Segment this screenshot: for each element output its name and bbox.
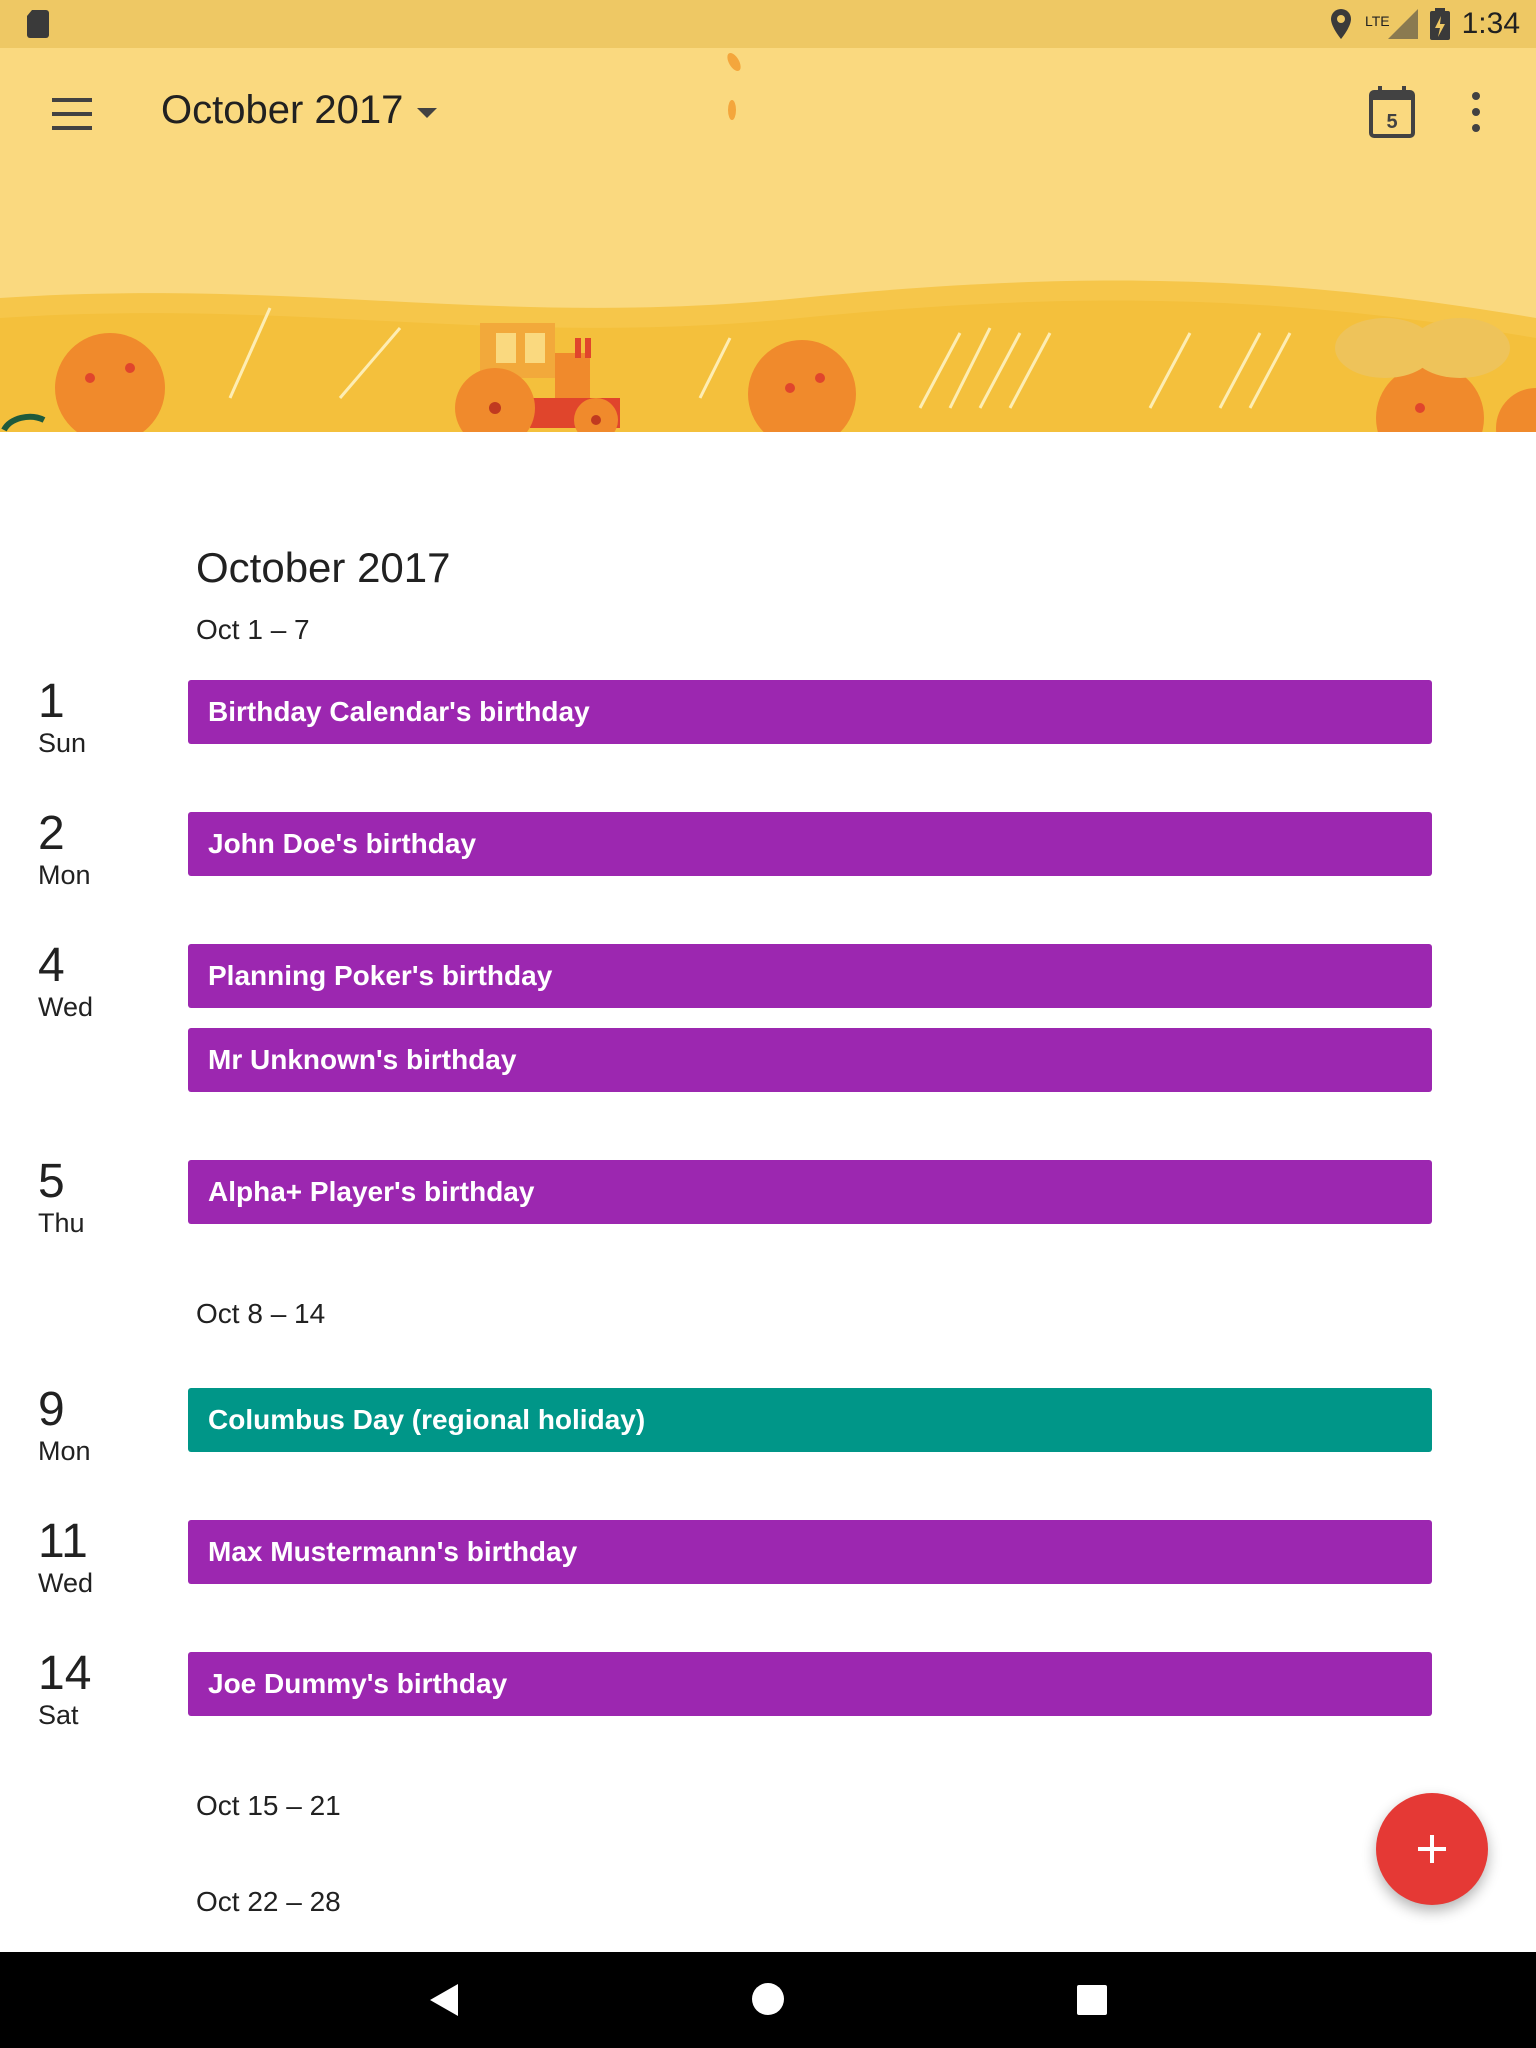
day-name: Thu	[38, 1208, 85, 1238]
nav-home-icon[interactable]	[751, 1982, 785, 2016]
day-header: 2 Mon	[38, 807, 91, 891]
event-title: Alpha+ Player's birthday	[208, 1176, 535, 1207]
event-title: Birthday Calendar's birthday	[208, 696, 590, 727]
week-label: Oct 15 – 21	[196, 1790, 341, 1821]
event-title: Max Mustermann's birthday	[208, 1536, 578, 1567]
day-number: 14	[38, 1647, 92, 1700]
event-chip[interactable]: Mr Unknown's birthday	[188, 1028, 1432, 1092]
day-name: Wed	[38, 992, 94, 1022]
day-header: 11 Wed	[38, 1515, 94, 1599]
battery-charging-icon	[1429, 8, 1450, 40]
day-number: 9	[38, 1383, 65, 1436]
today-badge: 5	[1386, 111, 1397, 133]
event-title: Mr Unknown's birthday	[208, 1044, 517, 1075]
nav-recents-icon[interactable]	[1076, 1984, 1108, 2016]
month-title-label: October 2017	[161, 88, 404, 132]
create-event-button[interactable]	[1376, 1793, 1488, 1905]
toolbar: October 2017 5	[0, 48, 1536, 178]
location-icon	[1330, 9, 1351, 39]
plus-icon	[1418, 1835, 1446, 1863]
sd-card-icon	[27, 10, 49, 38]
clock: 1:34	[1461, 7, 1520, 40]
caret-down-icon	[417, 107, 438, 118]
event-chip[interactable]: Joe Dummy's birthday	[188, 1652, 1432, 1716]
day-name: Mon	[38, 1436, 91, 1466]
status-bar: LTE 1:34	[0, 0, 1536, 48]
event-chip[interactable]: Columbus Day (regional holiday)	[188, 1388, 1432, 1452]
week-label: Oct 22 – 28	[196, 1886, 341, 1917]
hamburger-menu-icon[interactable]	[44, 92, 100, 136]
day-number: 1	[38, 675, 65, 728]
calendar-today-icon[interactable]: 5	[1368, 86, 1416, 138]
month-selector[interactable]: October 2017	[161, 88, 438, 133]
network-label: LTE	[1364, 13, 1390, 29]
day-number: 4	[38, 939, 65, 992]
event-title: Planning Poker's birthday	[208, 960, 553, 991]
event-title: Joe Dummy's birthday	[208, 1668, 508, 1699]
day-name: Sun	[38, 728, 87, 758]
day-header: 14 Sat	[38, 1647, 92, 1731]
nav-back-icon[interactable]	[428, 1982, 460, 2018]
event-chip[interactable]: John Doe's birthday	[188, 812, 1432, 876]
event-title: John Doe's birthday	[208, 828, 477, 859]
event-chip[interactable]: Alpha+ Player's birthday	[188, 1160, 1432, 1224]
event-chip[interactable]: Birthday Calendar's birthday	[188, 680, 1432, 744]
day-name: Wed	[38, 1568, 94, 1598]
day-name: Mon	[38, 860, 91, 890]
day-header: 1 Sun	[38, 675, 87, 759]
more-vert-icon[interactable]	[1464, 88, 1488, 138]
day-header: 4 Wed	[38, 939, 94, 1023]
system-nav-bar	[0, 1952, 1536, 2048]
week-label: Oct 1 – 7	[196, 614, 310, 645]
day-number: 11	[38, 1515, 88, 1568]
week-label: Oct 8 – 14	[196, 1298, 326, 1329]
day-number: 2	[38, 807, 65, 860]
event-chip[interactable]: Max Mustermann's birthday	[188, 1520, 1432, 1584]
month-header: October 2017 5	[0, 48, 1536, 432]
month-heading: October 2017	[196, 544, 451, 591]
event-chip[interactable]: Planning Poker's birthday	[188, 944, 1432, 1008]
day-name: Sat	[38, 1700, 79, 1730]
day-header: 5 Thu	[38, 1155, 85, 1239]
day-header: 9 Mon	[38, 1383, 91, 1467]
event-title: Columbus Day (regional holiday)	[208, 1404, 646, 1435]
day-number: 5	[38, 1155, 65, 1208]
signal-icon	[1387, 9, 1418, 39]
